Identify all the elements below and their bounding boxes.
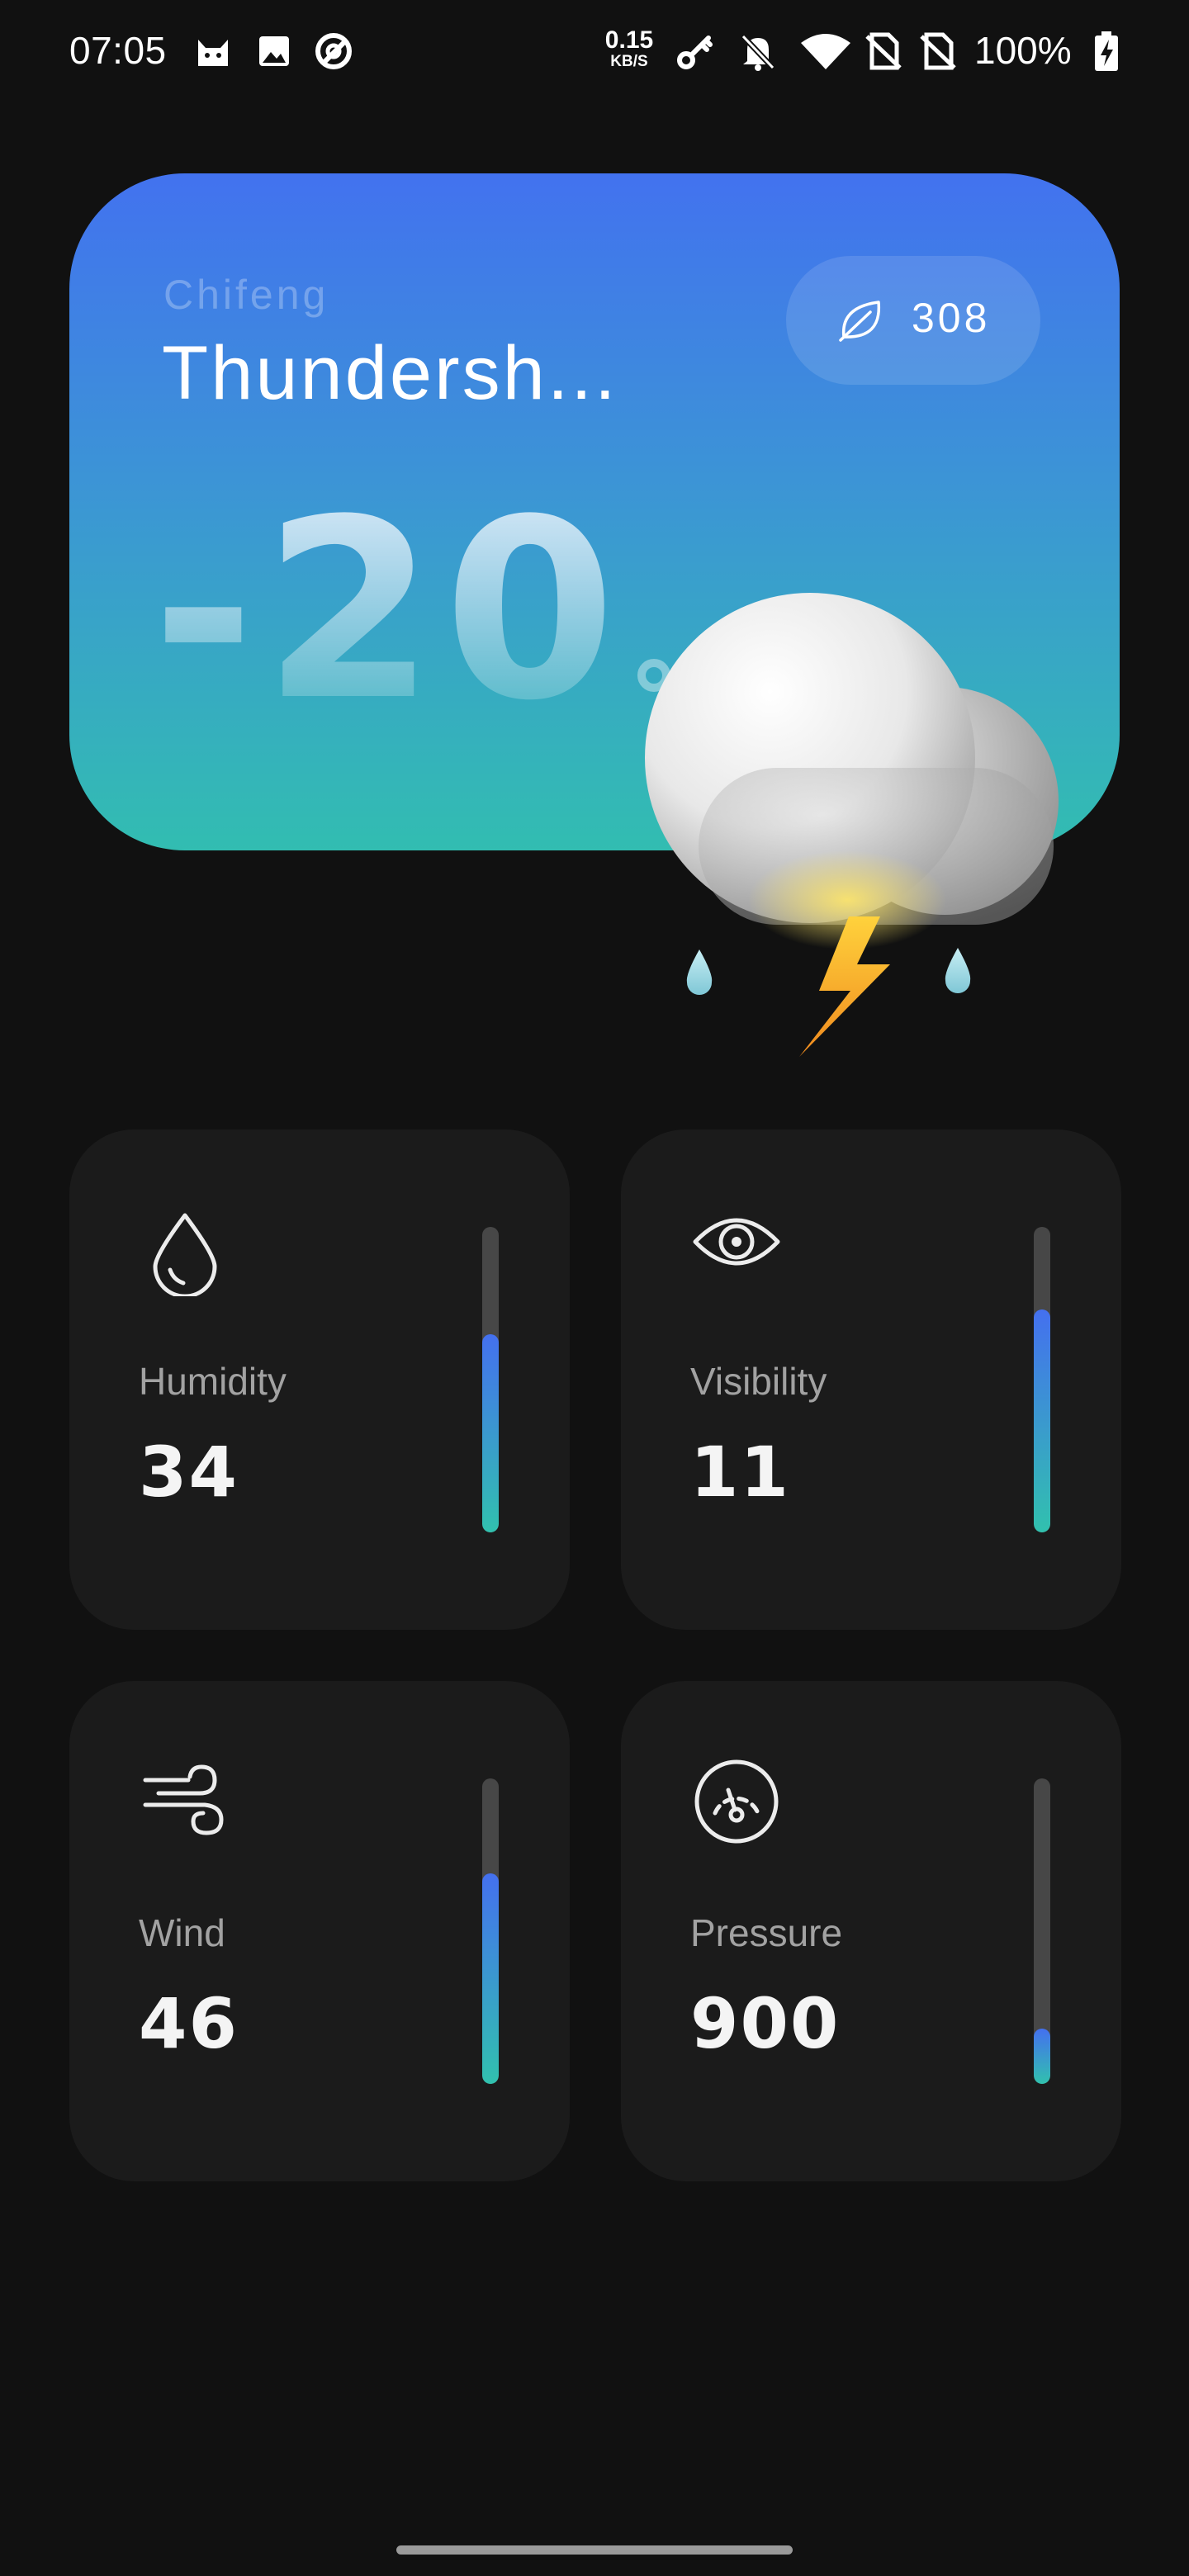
thunderstorm-cloud-icon	[645, 593, 1059, 1057]
metric-label: Pressure	[690, 1911, 843, 1954]
temperature-value: -20	[152, 466, 624, 755]
metric-value: 11	[690, 1432, 790, 1513]
metric-level-bar	[482, 1227, 499, 1532]
metric-value: 900	[690, 1983, 841, 2064]
water-drop-icon	[153, 1213, 217, 1296]
pressure-card[interactable]: Pressure 900	[621, 1681, 1121, 2181]
metric-label: Visibility	[690, 1360, 827, 1403]
metric-level-fill	[482, 1333, 499, 1532]
circle-slash-icon	[315, 33, 352, 69]
metric-level-fill	[1034, 2029, 1050, 2084]
metric-value: 46	[139, 1983, 239, 2064]
eye-icon	[693, 1218, 780, 1266]
no-sim-icon	[865, 32, 902, 70]
air-quality-badge[interactable]: 308	[786, 256, 1040, 385]
home-indicator[interactable]	[396, 2545, 793, 2555]
network-speed-value: 0.15	[604, 26, 654, 54]
metric-value: 34	[139, 1432, 239, 1513]
gauge-icon	[694, 1759, 779, 1844]
wind-icon	[143, 1764, 224, 1835]
wind-card[interactable]: Wind 46	[69, 1681, 570, 2181]
no-sim-icon	[920, 32, 956, 70]
network-speed: 0.15 KB/S	[601, 26, 657, 70]
metric-level-bar	[1034, 1227, 1050, 1532]
metric-level-bar	[482, 1778, 499, 2084]
metric-level-fill	[1034, 1309, 1050, 1532]
humidity-card[interactable]: Humidity 34	[69, 1129, 570, 1630]
status-time: 07:05	[69, 29, 167, 72]
city-name: Chifeng	[163, 272, 329, 318]
metric-label: Wind	[139, 1911, 225, 1954]
metric-level-bar	[1034, 1778, 1050, 2084]
air-quality-index: 308	[912, 295, 991, 341]
cat-icon	[198, 40, 228, 66]
wifi-icon	[801, 34, 850, 69]
leaf-icon	[839, 301, 881, 342]
visibility-card[interactable]: Visibility 11	[621, 1129, 1121, 1630]
battery-charging-icon	[1095, 31, 1118, 71]
weather-condition: Thundersh...	[162, 331, 618, 415]
bell-off-icon	[741, 34, 775, 71]
network-speed-unit: KB/S	[610, 53, 648, 70]
metric-level-fill	[482, 1873, 499, 2084]
key-icon	[677, 36, 713, 69]
metric-label: Humidity	[139, 1360, 287, 1403]
image-icon	[259, 36, 289, 66]
status-bar: 07:05 0.15 KB/S 100%	[0, 0, 1189, 107]
battery-percent: 100%	[974, 29, 1072, 72]
